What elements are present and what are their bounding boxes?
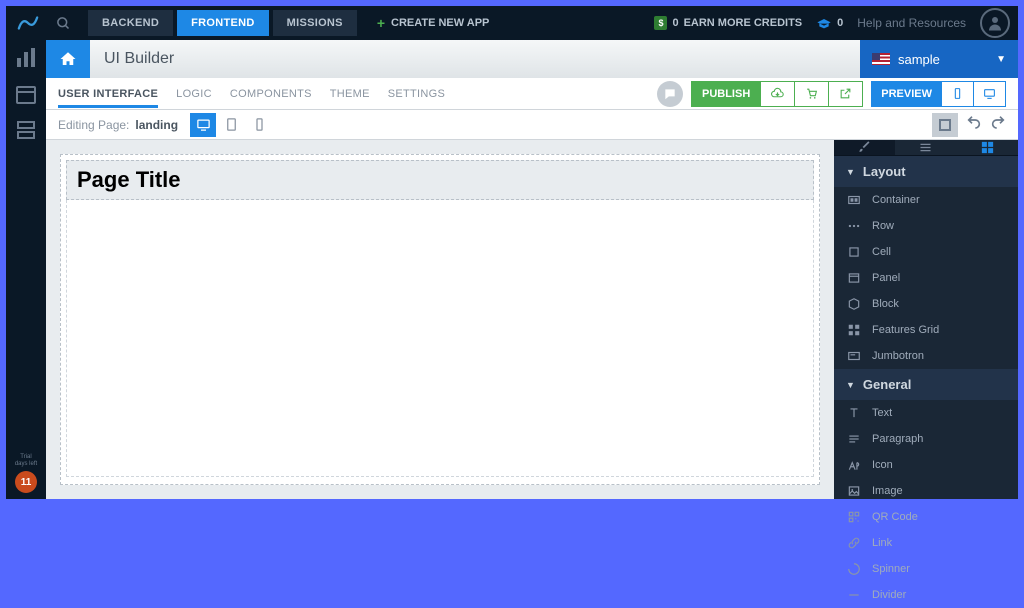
component-icon[interactable]: Icon bbox=[834, 452, 1018, 478]
chevron-down-icon: ▼ bbox=[846, 380, 855, 390]
component-container[interactable]: Container bbox=[834, 187, 1018, 213]
grad-credits[interactable]: 0 bbox=[816, 17, 843, 29]
jumbotron-icon bbox=[846, 348, 862, 364]
chevron-down-icon: ▼ bbox=[846, 167, 855, 177]
component-panel: ▼LayoutContainerRowCellPanelBlockFeature… bbox=[834, 140, 1018, 499]
component-image[interactable]: Image bbox=[834, 478, 1018, 504]
section-layout[interactable]: ▼Layout bbox=[834, 156, 1018, 187]
logo[interactable] bbox=[14, 9, 42, 37]
chat-icon[interactable] bbox=[657, 81, 683, 107]
top-bar: BACKEND FRONTEND MISSIONS + CREATE NEW A… bbox=[6, 6, 1018, 40]
qr-code-icon bbox=[846, 509, 862, 525]
create-app-label: CREATE NEW APP bbox=[391, 17, 489, 29]
redo-icon[interactable] bbox=[990, 114, 1006, 135]
paragraph-icon bbox=[846, 431, 862, 447]
home-button[interactable] bbox=[46, 40, 90, 78]
chevron-down-icon: ▼ bbox=[996, 54, 1006, 65]
link-icon bbox=[846, 535, 862, 551]
editing-label: Editing Page: bbox=[58, 118, 129, 132]
component-qr-code[interactable]: QR Code bbox=[834, 504, 1018, 530]
stats-icon[interactable] bbox=[14, 46, 38, 70]
component-features-grid[interactable]: Features Grid bbox=[834, 317, 1018, 343]
canvas[interactable]: Page Title bbox=[46, 140, 834, 499]
calendar-icon[interactable] bbox=[14, 82, 38, 106]
component-jumbotron[interactable]: Jumbotron bbox=[834, 343, 1018, 369]
component-row[interactable]: Row bbox=[834, 213, 1018, 239]
external-link-icon[interactable] bbox=[829, 82, 862, 106]
publish-group: PUBLISH bbox=[691, 81, 863, 107]
container-icon bbox=[846, 192, 862, 208]
block-icon bbox=[846, 296, 862, 312]
plus-icon: + bbox=[377, 15, 385, 31]
section-general[interactable]: ▼General bbox=[834, 369, 1018, 400]
component-link[interactable]: Link bbox=[834, 530, 1018, 556]
preview-mobile-icon[interactable] bbox=[942, 82, 974, 106]
subtab-theme[interactable]: THEME bbox=[330, 80, 370, 108]
text-icon bbox=[846, 405, 862, 421]
subtab-logic[interactable]: LOGIC bbox=[176, 80, 212, 108]
page-title-block[interactable]: Page Title bbox=[66, 160, 814, 200]
cloud-download-icon[interactable] bbox=[761, 82, 795, 106]
help-link[interactable]: Help and Resources bbox=[857, 16, 966, 30]
search-icon[interactable] bbox=[48, 8, 78, 38]
cart-icon[interactable] bbox=[795, 82, 829, 106]
image-icon bbox=[846, 483, 862, 499]
component-paragraph[interactable]: Paragraph bbox=[834, 426, 1018, 452]
sub-nav: USER INTERFACE LOGIC COMPONENTS THEME SE… bbox=[46, 78, 1018, 110]
cell-icon bbox=[846, 244, 862, 260]
tab-missions[interactable]: MISSIONS bbox=[273, 10, 357, 36]
panel-tab-brush-icon[interactable] bbox=[834, 140, 895, 155]
trial-days-badge[interactable]: 11 bbox=[15, 471, 37, 493]
features-grid-icon bbox=[846, 322, 862, 338]
edit-bar: Editing Page: landing bbox=[46, 110, 1018, 140]
panel-tab-grid-icon[interactable] bbox=[957, 140, 1018, 155]
trial-label: Trialdays left bbox=[15, 454, 37, 468]
earn-credits-button[interactable]: $ 0 EARN MORE CREDITS bbox=[654, 16, 802, 30]
page-body-slot[interactable] bbox=[66, 200, 814, 477]
device-desktop-icon[interactable] bbox=[190, 113, 216, 137]
us-flag-icon bbox=[872, 53, 890, 65]
row-icon bbox=[846, 218, 862, 234]
grad-cap-icon bbox=[816, 17, 832, 29]
db-icon[interactable] bbox=[14, 118, 38, 142]
publish-button[interactable]: PUBLISH bbox=[692, 82, 761, 106]
icon-icon bbox=[846, 457, 862, 473]
spinner-icon bbox=[846, 561, 862, 577]
subtab-ui[interactable]: USER INTERFACE bbox=[58, 80, 158, 108]
preview-desktop-icon[interactable] bbox=[974, 82, 1005, 106]
title-bar: UI Builder sample ▼ bbox=[46, 40, 1018, 78]
component-panel[interactable]: Panel bbox=[834, 265, 1018, 291]
tab-frontend[interactable]: FRONTEND bbox=[177, 10, 269, 36]
undo-icon[interactable] bbox=[966, 114, 982, 135]
page-title: UI Builder bbox=[104, 50, 174, 68]
divider-icon bbox=[846, 587, 862, 603]
left-rail: Trialdays left 11 bbox=[6, 40, 46, 499]
tab-backend[interactable]: BACKEND bbox=[88, 10, 173, 36]
component-divider[interactable]: Divider bbox=[834, 582, 1018, 608]
panel-icon bbox=[846, 270, 862, 286]
panel-tab-list-icon[interactable] bbox=[895, 140, 956, 155]
component-cell[interactable]: Cell bbox=[834, 239, 1018, 265]
editing-page-name: landing bbox=[135, 118, 178, 132]
dollar-icon: $ bbox=[654, 16, 667, 30]
preview-button[interactable]: PREVIEW bbox=[872, 82, 942, 106]
subtab-settings[interactable]: SETTINGS bbox=[388, 80, 445, 108]
selection-tool-icon[interactable] bbox=[932, 113, 958, 137]
subtab-components[interactable]: COMPONENTS bbox=[230, 80, 312, 108]
component-block[interactable]: Block bbox=[834, 291, 1018, 317]
device-mobile-icon[interactable] bbox=[246, 113, 272, 137]
component-text[interactable]: Text bbox=[834, 400, 1018, 426]
preview-group: PREVIEW bbox=[871, 81, 1006, 107]
sample-dropdown[interactable]: sample ▼ bbox=[860, 40, 1018, 78]
avatar[interactable] bbox=[980, 8, 1010, 38]
create-new-app-button[interactable]: + CREATE NEW APP bbox=[367, 9, 500, 37]
device-tablet-icon[interactable] bbox=[218, 113, 244, 137]
component-spinner[interactable]: Spinner bbox=[834, 556, 1018, 582]
